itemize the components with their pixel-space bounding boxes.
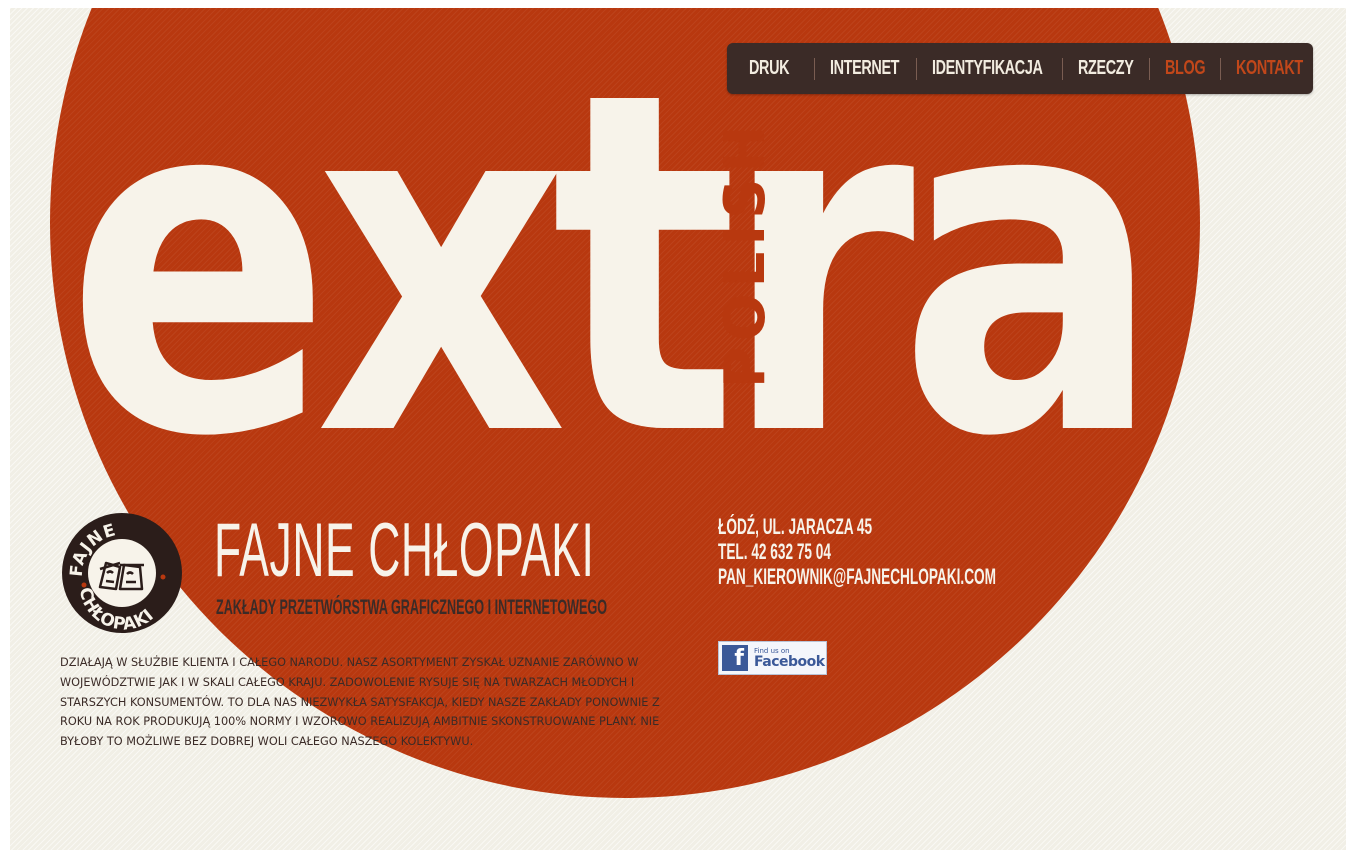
hero-polish-text: POLISH: [713, 119, 778, 388]
contact-block: ŁÓDŹ, UL. JARACZA 45 TEL. 42 632 75 04 P…: [718, 514, 1166, 589]
nav-item-kontakt[interactable]: KONTAKT: [1236, 57, 1303, 80]
fajne-chlopaki-logo: FAJNE CHŁOPAKI: [62, 513, 182, 635]
main-navigation: DRUK INTERNET IDENTYFIKACJA RZECZY BLOG …: [727, 43, 1313, 94]
facebook-button[interactable]: f Find us on Facebook: [718, 641, 827, 675]
nav-item-identyfikacja[interactable]: IDENTYFIKACJA: [932, 57, 1043, 80]
hero-extra-wordmark: extra: [70, 66, 1150, 466]
facebook-icon: f: [722, 645, 748, 671]
nav-divider: [1149, 57, 1150, 80]
brand-subtitle: ZAKŁADY PRZETWÓRSTWA GRAFICZNEGO I INTER…: [216, 596, 608, 619]
nav-divider: [1220, 57, 1221, 80]
nav-divider: [814, 57, 815, 80]
contact-phone: TEL. 42 632 75 04: [718, 539, 831, 564]
hero-extra-text: extra: [70, 66, 1146, 466]
contact-email-link[interactable]: PAN_KIEROWNIK@FAJNECHLOPAKI.COM: [718, 564, 996, 589]
brand-title: FAJNE CHŁOPAKI: [214, 508, 595, 593]
facebook-label: Find us on Facebook: [754, 647, 825, 670]
contact-address: ŁÓDŹ, UL. JARACZA 45: [718, 514, 873, 539]
nav-item-internet[interactable]: INTERNET: [830, 57, 899, 80]
nav-item-rzeczy[interactable]: RZECZY: [1078, 57, 1134, 80]
nav-divider: [916, 57, 917, 80]
page: extra POLISH DRUK INTERNET IDENTYFIKACJA…: [10, 8, 1346, 850]
nav-item-druk[interactable]: DRUK: [749, 57, 790, 80]
nav-item-blog[interactable]: BLOG: [1165, 57, 1206, 80]
facebook-big-text: Facebook: [754, 653, 825, 670]
nav-divider: [1062, 57, 1063, 80]
description-text: DZIAŁAJĄ W SŁUŻBIE KLIENTA I CAŁEGO NARO…: [60, 656, 660, 749]
